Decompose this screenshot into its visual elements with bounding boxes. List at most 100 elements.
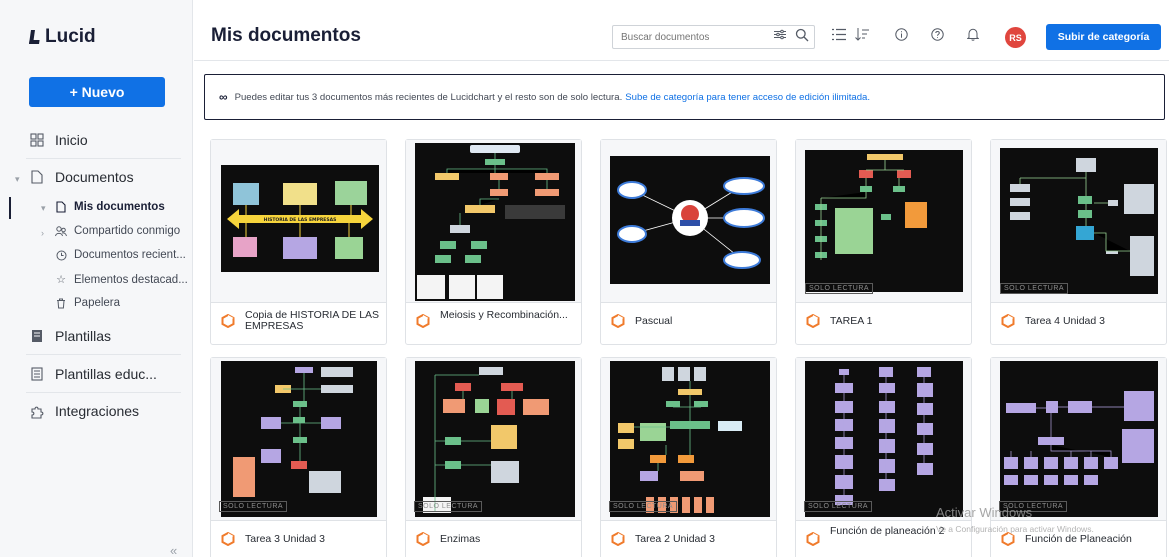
grid-icon (29, 132, 45, 148)
diagram-preview (1000, 361, 1158, 517)
banner-text: Puedes editar tus 3 documentos más recie… (234, 91, 623, 103)
document-thumbnail[interactable]: SOLO LECTURA (211, 358, 386, 521)
sidebar-divider (26, 354, 181, 355)
sidebar-item-label: Plantillas (55, 328, 112, 344)
read-only-badge: SOLO LECTURA (219, 501, 288, 512)
caret-down-icon[interactable]: ▾ (15, 174, 20, 185)
upgrade-button[interactable]: Subir de categoría (1046, 24, 1161, 50)
caret-down-icon[interactable]: ▾ (41, 203, 46, 214)
search-input[interactable] (621, 31, 761, 43)
document-name[interactable]: Meiosis y Recombinación... (440, 310, 576, 321)
lucid-logo[interactable]: Lucid (29, 26, 96, 48)
document-name[interactable]: TAREA 1 (830, 316, 966, 327)
lucidchart-icon (611, 532, 625, 546)
document-thumbnail[interactable]: SOLO LECTURA (601, 358, 776, 521)
sidebar-item-documentos[interactable]: Documentos (29, 169, 134, 185)
document-thumbnail[interactable]: HISTORIA DE LAS EMPRESAS (211, 140, 386, 303)
sidebar-subitem-compartido[interactable]: Compartido conmigo (55, 225, 180, 237)
diagram-preview (610, 156, 770, 284)
banner-upgrade-link[interactable]: Sube de categoría para tener acceso de e… (625, 92, 870, 103)
read-only-badge: SOLO LECTURA (1000, 283, 1069, 294)
sort-icon[interactable] (855, 28, 869, 44)
sidebar-item-label: Inicio (55, 132, 88, 148)
sidebar-item-label: Documentos (55, 169, 134, 185)
sidebar-subitem-mis-documentos[interactable]: Mis documentos (55, 201, 165, 213)
document-card[interactable]: SOLO LECTURA Tarea 3 Unidad 3 (210, 357, 387, 557)
windows-activation-hint: Ve a Configuración para activar Windows. (936, 524, 1094, 534)
header-divider (194, 60, 1169, 61)
document-thumbnail[interactable] (601, 140, 776, 303)
document-card[interactable]: SOLO LECTURA Enzimas (405, 357, 582, 557)
list-view-icon[interactable] (832, 28, 846, 44)
sidebar-item-label: Integraciones (55, 403, 140, 419)
user-avatar[interactable]: RS (1005, 27, 1026, 48)
svg-text:HISTORIA DE LAS EMPRESAS: HISTORIA DE LAS EMPRESAS (264, 217, 337, 223)
puzzle-icon (29, 403, 45, 419)
document-name[interactable]: Tarea 3 Unidad 3 (245, 534, 381, 545)
document-thumbnail[interactable]: SOLO LECTURA (796, 140, 971, 303)
lucidchart-icon (1001, 532, 1015, 546)
document-name[interactable]: Pascual (635, 316, 771, 327)
lucidchart-icon (221, 532, 235, 546)
document-card[interactable]: HISTORIA DE LAS EMPRESAS Copia de HISTOR… (210, 139, 387, 345)
document-card[interactable]: Pascual (600, 139, 777, 345)
diagram-preview (415, 361, 575, 517)
trash-icon (55, 298, 67, 309)
lucidchart-icon (1001, 314, 1015, 328)
document-card[interactable]: SOLO LECTURA TAREA 1 (795, 139, 972, 345)
document-card[interactable]: Meiosis y Recombinación... (405, 139, 582, 345)
caret-right-icon[interactable]: › (41, 228, 44, 238)
diagram-preview (415, 143, 575, 301)
shared-icon (55, 225, 67, 237)
diagram-preview (805, 361, 963, 517)
sidebar-subitem-destacados[interactable]: ☆ Elementos destacad... (55, 273, 188, 287)
sidebar-subitem-label: Elementos destacad... (74, 273, 188, 286)
template-icon (29, 328, 45, 344)
search-box[interactable] (612, 25, 815, 49)
read-only-badge: SOLO LECTURA (804, 501, 873, 512)
new-button[interactable]: + Nuevo (29, 77, 165, 107)
help-icon[interactable] (931, 28, 944, 44)
document-thumbnail[interactable] (406, 140, 581, 303)
document-thumbnail[interactable]: SOLO LECTURA (406, 358, 581, 521)
sidebar-subitem-label: Documentos recient... (74, 249, 186, 261)
sidebar-item-plantillas-educ[interactable]: Plantillas educ... (29, 366, 157, 382)
document-name[interactable]: Función de Planeación (1025, 534, 1161, 545)
sidebar-subitem-label: Mis documentos (74, 201, 165, 213)
notifications-bell-icon[interactable] (966, 28, 980, 44)
page-title: Mis documentos (211, 25, 361, 46)
brand-name: Lucid (45, 26, 96, 47)
sidebar: Lucid + Nuevo Inicio ▾ Documentos ▾ Mis … (0, 0, 193, 557)
read-only-badge: SOLO LECTURA (609, 501, 678, 512)
active-indicator (9, 197, 11, 219)
app-window: Lucid + Nuevo Inicio ▾ Documentos ▾ Mis … (0, 0, 1169, 557)
lucidchart-icon (221, 314, 235, 328)
search-icon[interactable] (795, 28, 809, 45)
clock-icon (55, 250, 67, 261)
document-name[interactable]: Copia de HISTORIA DE LAS EMPRESAS (245, 310, 381, 332)
template-edu-icon (29, 366, 45, 382)
lucidchart-icon (806, 532, 820, 546)
sidebar-subitem-label: Papelera (74, 297, 121, 309)
lucidchart-icon (416, 532, 430, 546)
info-icon[interactable] (895, 28, 908, 44)
sidebar-item-inicio[interactable]: Inicio (29, 132, 88, 148)
read-only-badge: SOLO LECTURA (805, 283, 874, 294)
document-thumbnail[interactable]: SOLO LECTURA (991, 358, 1166, 521)
diagram-preview (1000, 148, 1158, 294)
document-name[interactable]: Tarea 2 Unidad 3 (635, 534, 771, 545)
document-name[interactable]: Enzimas (440, 534, 576, 545)
document-card[interactable]: SOLO LECTURA Tarea 4 Unidad 3 (990, 139, 1167, 345)
collapse-sidebar-icon[interactable]: « (170, 543, 177, 557)
sidebar-subitem-recientes[interactable]: Documentos recient... (55, 249, 186, 261)
document-card[interactable]: SOLO LECTURA Tarea 2 Unidad 3 (600, 357, 777, 557)
document-icon (55, 201, 67, 213)
document-name[interactable]: Tarea 4 Unidad 3 (1025, 316, 1161, 327)
sidebar-subitem-papelera[interactable]: Papelera (55, 297, 120, 309)
sidebar-item-plantillas[interactable]: Plantillas (29, 328, 111, 344)
sidebar-subitem-label: Compartido conmigo (74, 225, 181, 237)
sidebar-item-integraciones[interactable]: Integraciones (29, 403, 139, 419)
document-thumbnail[interactable]: SOLO LECTURA (991, 140, 1166, 303)
filter-icon[interactable] (774, 29, 786, 43)
document-thumbnail[interactable]: SOLO LECTURA (796, 358, 971, 521)
